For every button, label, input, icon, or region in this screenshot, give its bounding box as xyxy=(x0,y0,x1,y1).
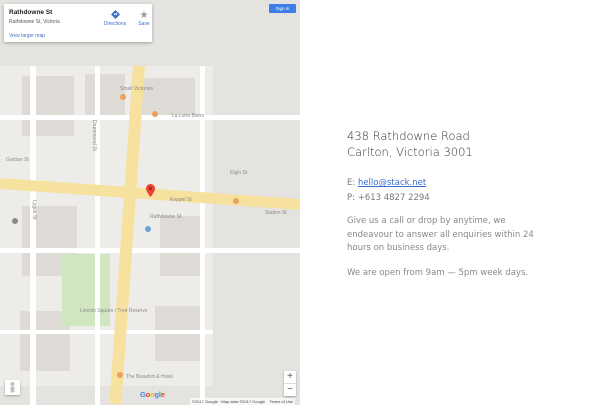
road xyxy=(0,115,300,120)
email-prefix: E: xyxy=(347,178,356,188)
map-label-elgin: Elgin St xyxy=(230,170,248,176)
map-data-credit: ©2017 Google · Map data ©2017 Google xyxy=(192,399,266,404)
sign-in-label: Sign in xyxy=(275,6,290,11)
directions-label: Directions xyxy=(103,21,127,27)
map-label-la-luna: La Luna Bistro xyxy=(172,113,205,119)
map-label-drummond: Drummond St xyxy=(91,120,97,151)
zoom-out-button[interactable]: − xyxy=(284,384,296,396)
map-label-station: Station St xyxy=(265,210,287,216)
sign-in-button[interactable]: Sign in xyxy=(269,4,296,13)
save-button[interactable]: ★ Save xyxy=(129,10,159,27)
address-line-2: Carlton, Victoria 3001 xyxy=(347,145,473,159)
poi-marker[interactable] xyxy=(120,94,126,100)
directions-icon xyxy=(100,10,130,21)
zoom-in-button[interactable]: + xyxy=(284,371,296,383)
road xyxy=(0,248,300,253)
star-icon: ★ xyxy=(139,10,149,21)
directions-button[interactable]: Directions xyxy=(100,10,130,27)
poi-marker[interactable] xyxy=(117,372,123,378)
poi-marker[interactable] xyxy=(145,226,151,232)
poi-marker[interactable] xyxy=(233,198,239,204)
road xyxy=(0,330,213,334)
address-line-1: 438 Rathdowne Road xyxy=(347,129,470,143)
email-row: E: hello@stack.net xyxy=(347,176,547,191)
map-label-keppel: Keppel St xyxy=(170,197,192,203)
map-label-lygon: Lygon St xyxy=(31,200,37,220)
map-label-beaufort: The Beaufort & Hotel xyxy=(126,374,173,380)
map-label-small-victories: Small Victories xyxy=(120,86,153,92)
map-block xyxy=(135,78,195,118)
enquiry-paragraph: Give us a call or drop by anytime, we en… xyxy=(347,216,534,253)
place-info-card: Rathdowne St Rathdowne St, Victoria View… xyxy=(4,4,152,42)
contact-details: 438 Rathdowne Road Carlton, Victoria 300… xyxy=(347,128,547,280)
map-embed[interactable]: Small Victories La Luna Bistro Lincoln S… xyxy=(0,0,300,405)
map-block xyxy=(85,74,125,119)
poi-marker[interactable] xyxy=(152,111,158,117)
email-link[interactable]: hello@stack.net xyxy=(358,178,426,188)
place-title: Rathdowne St xyxy=(9,9,53,16)
map-attribution: ©2017 Google · Map data ©2017 Google Ter… xyxy=(190,398,295,405)
contact-info: E: hello@stack.net P: +613 4827 2294 xyxy=(347,176,547,205)
save-label: Save xyxy=(138,21,150,27)
map-label-rathdowne: Rathdowne St xyxy=(150,214,182,220)
map-block xyxy=(160,216,205,276)
park-area xyxy=(62,254,110,326)
place-subtitle: Rathdowne St, Victoria xyxy=(9,19,60,25)
opening-hours: We are open from 9am — 5pm week days. xyxy=(347,267,529,278)
zoom-control: + − xyxy=(284,371,296,396)
street-view-pegman-icon[interactable] xyxy=(5,380,20,395)
location-pin-icon[interactable] xyxy=(146,184,155,197)
view-larger-map-link[interactable]: View larger map xyxy=(9,33,45,39)
phone-number: P: +613 4827 2294 xyxy=(347,192,430,203)
google-logo: Google xyxy=(140,390,165,399)
poi-marker[interactable] xyxy=(12,218,18,224)
map-label-tree-reserve: Lincoln Square / Tree Reserve xyxy=(80,308,148,314)
terms-of-use-link[interactable]: Terms of Use xyxy=(269,399,293,404)
map-label-grattan: Grattan St xyxy=(6,157,29,163)
